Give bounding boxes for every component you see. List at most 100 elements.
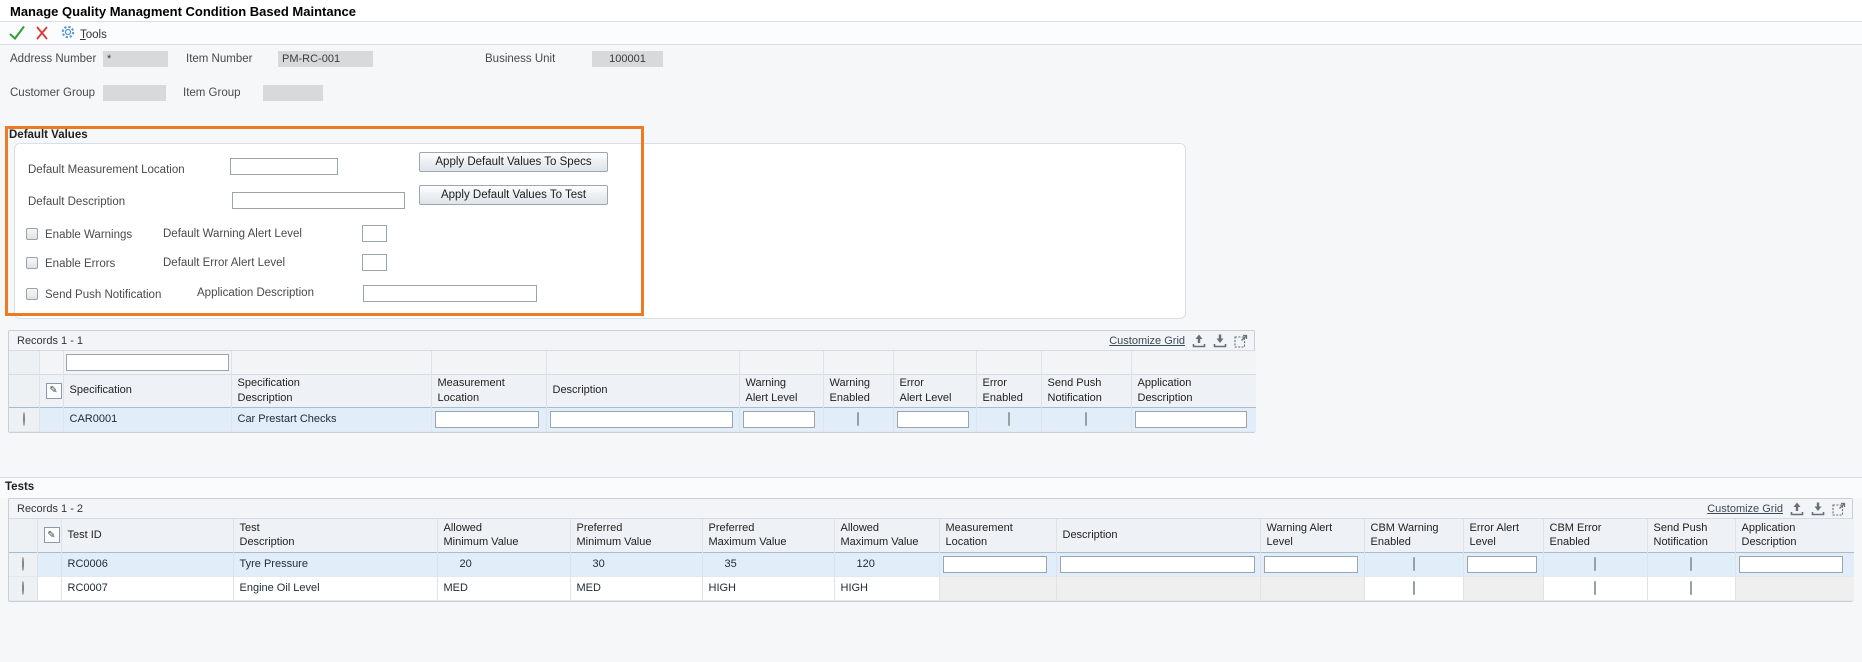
title-bar: Manage Quality Managment Condition Based… [0,0,1862,22]
error-enabled-checkbox[interactable] [1008,412,1010,426]
tests-table: ✎ Test ID Test Description Allowed Minim… [9,519,1854,601]
import-icon[interactable] [1213,334,1227,348]
col-measurement-location: Measurement Location [939,519,1056,552]
send-push-notification-grid-checkbox[interactable] [1085,412,1087,426]
measurement-location-cell-input[interactable] [435,411,539,428]
default-description-label: Default Description [28,196,125,208]
col-cbm-error-enabled: CBM Error Enabled [1543,519,1647,552]
specs-row-1: CAR0001 Car Prestart Checks [9,407,1256,431]
tests-grid-bar: Records 1 - 2 Customize Grid [9,499,1852,519]
cbm-error-enabled-checkbox[interactable] [1594,557,1596,571]
col-application-description: Application Description [1131,374,1256,407]
business-unit-field: 100001 [592,51,663,67]
col-description: Description [546,374,739,407]
error-alert-level-cell-input[interactable] [897,411,969,428]
tests-grid: Records 1 - 2 Customize Grid [8,498,1853,602]
tests-section-header: Tests [0,477,1862,498]
col-error-alert-level: Error Alert Level [1463,519,1543,552]
cbm-warning-enabled-checkbox[interactable] [1413,581,1415,595]
col-cbm-warning-enabled: CBM Warning Enabled [1364,519,1463,552]
send-push-notification-grid-checkbox[interactable] [1690,557,1692,571]
col-warning-alert-level: Warning Alert Level [739,374,823,407]
enable-warnings-checkbox[interactable] [26,228,38,240]
col-description: Description [1056,519,1260,552]
default-description-input[interactable] [232,192,405,209]
application-description-input[interactable] [363,285,537,302]
cancel-button[interactable] [34,25,52,41]
cell-preferred-maximum-value: 35 [702,552,834,576]
enable-warnings-label: Enable Warnings [45,229,132,241]
export-icon[interactable] [1790,502,1804,516]
application-description-cell-input[interactable] [1739,556,1843,573]
description-cell-input[interactable] [550,411,733,428]
app-window: Manage Quality Managment Condition Based… [0,0,1862,662]
tools-menu[interactable]: Tools [60,24,107,45]
send-push-notification-label: Send Push Notification [45,289,161,301]
tests-row-1: RC0006 Tyre Pressure 20 30 35 120 [9,552,1854,576]
apply-default-values-to-specs-button[interactable]: Apply Default Values To Specs [419,152,608,172]
attachment-column-header: ✎ [37,519,61,552]
cell-allowed-maximum-value: 120 [834,552,939,576]
default-values-title: Default Values [9,129,88,141]
cell-description-disabled [1056,576,1260,600]
tests-header-row: ✎ Test ID Test Description Allowed Minim… [9,519,1854,552]
row-select-radio[interactable] [22,557,24,571]
cbm-warning-enabled-checkbox[interactable] [1413,557,1415,571]
default-measurement-location-input[interactable] [230,158,338,175]
col-preferred-maximum-value: Preferred Maximum Value [702,519,834,552]
specs-grid-bar: Records 1 - 1 Customize Grid [9,331,1254,351]
tests-records-count: Records 1 - 2 [17,503,83,515]
col-allowed-minimum-value: Allowed Minimum Value [437,519,570,552]
row-select-radio[interactable] [23,412,25,426]
cell-allowed-maximum-value: HIGH [834,576,939,600]
attachment-pencil-icon: ✎ [46,383,62,399]
application-description-cell-input[interactable] [1135,411,1247,428]
warning-enabled-checkbox[interactable] [857,412,859,426]
expand-grid-icon[interactable] [1832,502,1846,516]
item-number-label: Item Number [186,53,252,65]
ok-button[interactable] [8,25,26,41]
gear-icon [60,24,76,45]
customer-group-field [103,85,166,101]
item-group-label: Item Group [183,87,241,99]
default-error-alert-level-label: Default Error Alert Level [163,257,285,269]
cell-allowed-minimum-value: MED [437,576,570,600]
tests-customize-grid-link[interactable]: Customize Grid [1707,503,1783,515]
cell-error-alert-level-disabled [1463,576,1543,600]
cell-test-description: Tyre Pressure [233,552,437,576]
apply-default-values-to-test-button[interactable]: Apply Default Values To Test [419,185,608,205]
x-icon [34,28,50,45]
default-error-alert-level-input[interactable] [362,254,387,271]
send-push-notification-grid-checkbox[interactable] [1690,581,1692,595]
import-icon[interactable] [1811,502,1825,516]
row-select-column-header [9,374,39,407]
send-push-notification-checkbox[interactable] [26,288,38,300]
col-specification-description: Specification Description [231,374,431,407]
warning-alert-level-cell-input[interactable] [743,411,815,428]
customer-group-label: Customer Group [10,87,95,99]
item-group-field [263,85,323,101]
expand-grid-icon[interactable] [1234,334,1248,348]
measurement-location-cell-input[interactable] [943,556,1047,573]
col-measurement-location: Measurement Location [431,374,546,407]
specifications-grid: Records 1 - 1 Customize Grid [8,330,1255,433]
error-alert-level-cell-input[interactable] [1467,556,1537,573]
default-warning-alert-level-input[interactable] [362,225,387,242]
specification-filter-input[interactable] [66,354,229,371]
warning-alert-level-cell-input[interactable] [1264,556,1358,573]
cbm-error-enabled-checkbox[interactable] [1594,581,1596,595]
business-unit-label: Business Unit [485,53,555,65]
specs-customize-grid-link[interactable]: Customize Grid [1109,335,1185,347]
cell-preferred-minimum-value: 30 [570,552,702,576]
tests-row-2: RC0007 Engine Oil Level MED MED HIGH HIG… [9,576,1854,600]
row-select-radio[interactable] [22,581,24,595]
page-title: Manage Quality Managment Condition Based… [10,4,356,19]
tests-title: Tests [5,481,34,493]
default-warning-alert-level-label: Default Warning Alert Level [163,228,302,240]
export-icon[interactable] [1192,334,1206,348]
enable-errors-label: Enable Errors [45,258,115,270]
specs-header-row: ✎ Specification Specification Descriptio… [9,374,1256,407]
col-specification: Specification [63,374,231,407]
enable-errors-checkbox[interactable] [26,257,38,269]
description-cell-input[interactable] [1060,556,1255,573]
